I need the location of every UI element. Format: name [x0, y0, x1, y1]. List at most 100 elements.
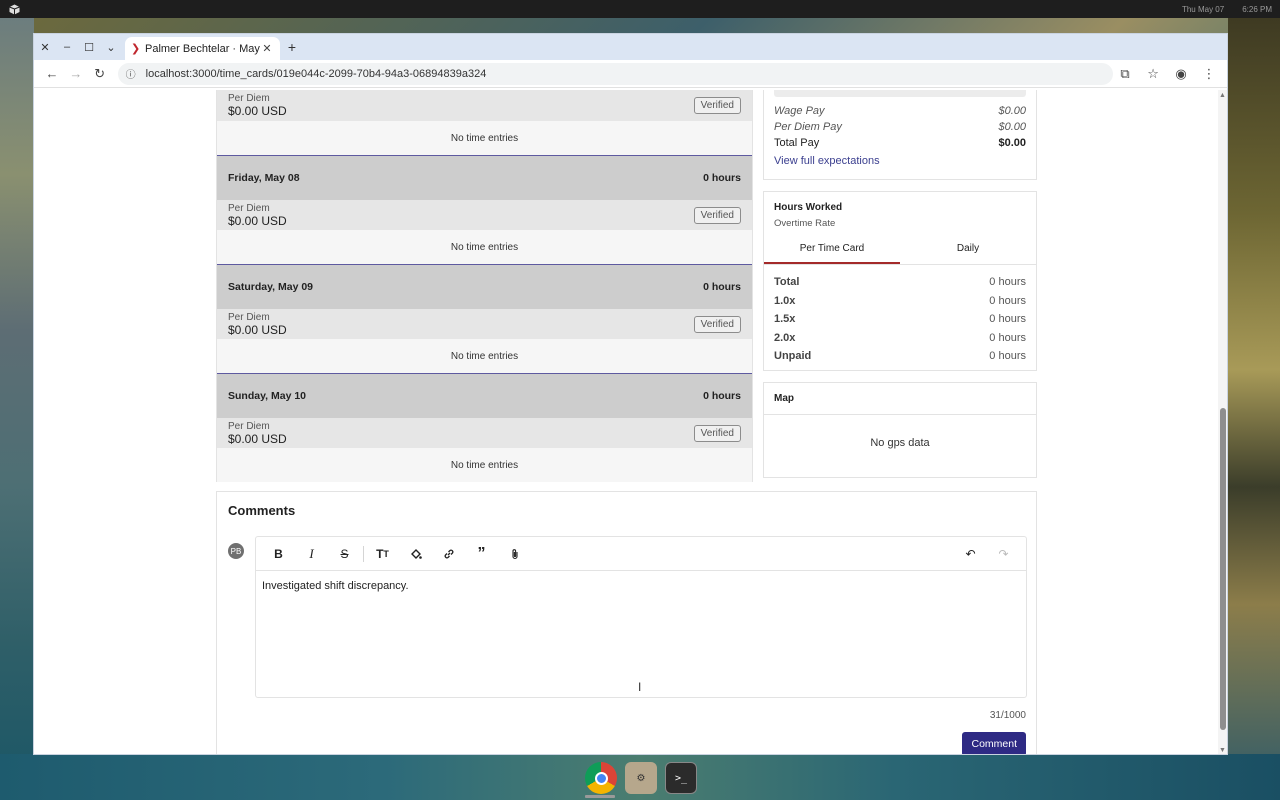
per-diem-amount: $0.00 USD — [228, 322, 287, 337]
url-text: localhost:3000/time_cards/019e044c-2099-… — [145, 67, 487, 80]
tab-close-icon[interactable]: ✕ — [260, 42, 274, 55]
day-header[interactable]: Friday, May 08 0 hours — [217, 155, 752, 200]
no-time-entries: No time entries — [217, 448, 752, 482]
clock-time: 6:26 PM — [1242, 4, 1272, 14]
attachment-icon[interactable] — [498, 542, 531, 566]
tab-per-time-card[interactable]: Per Time Card — [764, 237, 900, 264]
undo-icon[interactable]: ↶ — [954, 542, 987, 566]
scroll-down-icon[interactable]: ▼ — [1219, 747, 1226, 754]
per-diem-pay-value: $0.00 — [998, 121, 1026, 133]
site-favicon-icon: ❯ — [131, 43, 141, 55]
page-scrollbar[interactable]: ▲ ▼ — [1218, 90, 1227, 754]
comment-input[interactable]: Investigated shift discrepancy. — [256, 571, 1026, 601]
hours-row-value: 0 hours — [989, 294, 1026, 307]
hours-tabs: Per Time Card Daily — [764, 237, 1036, 265]
total-pay-row: Total Pay $0.00 — [764, 135, 1036, 151]
per-diem-pay-row: Per Diem Pay $0.00 — [764, 119, 1036, 135]
new-tab-plus-icon[interactable]: + — [284, 39, 300, 55]
terminal-icon[interactable]: >_ — [665, 762, 697, 794]
verified-badge[interactable]: Verified — [693, 315, 741, 333]
total-pay-label: Total Pay — [774, 137, 820, 149]
page-viewport: Per Diem $0.00 USD Verified No time entr… — [34, 90, 1218, 754]
hours-row: 2.0x 0 hours — [764, 329, 1036, 348]
system-logo-icon[interactable] — [8, 3, 20, 15]
character-counter: 31/1000 — [989, 710, 1026, 721]
per-diem-row: Per Diem $0.00 USD Verified — [217, 418, 752, 448]
total-pay-value: $0.00 — [998, 137, 1026, 149]
profile-icon[interactable]: ◉ — [1169, 62, 1193, 86]
heading-icon[interactable]: TT — [366, 542, 399, 566]
hours-row-label: 1.0x — [774, 294, 796, 307]
day-date: Friday, May 08 — [228, 172, 300, 184]
minimize-window-icon[interactable]: – — [56, 36, 78, 58]
browser-tab[interactable]: ❯ Palmer Bechtelar · May ✕ — [125, 37, 280, 60]
tab-list-chevron-icon[interactable]: ⌄ — [100, 36, 122, 58]
comments-title: Comments — [228, 503, 296, 518]
dock: ⚙ >_ — [580, 758, 702, 798]
hours-row-value: 0 hours — [989, 350, 1026, 363]
italic-icon[interactable]: I — [295, 542, 328, 566]
url-field[interactable]: ⓘ localhost:3000/time_cards/019e044c-209… — [117, 62, 1114, 85]
no-time-entries: No time entries — [217, 339, 752, 373]
no-time-entries: No time entries — [217, 230, 752, 264]
wage-pay-row: Wage Pay $0.00 — [764, 103, 1036, 119]
per-diem-label: Per Diem — [228, 93, 270, 104]
verified-badge[interactable]: Verified — [693, 97, 741, 114]
close-window-icon[interactable]: ✕ — [34, 36, 56, 58]
day-header[interactable]: Sunday, May 10 0 hours — [217, 373, 752, 418]
per-diem-row: Per Diem $0.00 USD Verified — [217, 309, 752, 339]
day-hours: 0 hours — [703, 172, 741, 184]
tab-strip: ✕ – ☐ ⌄ ❯ Palmer Bechtelar · May ✕ + — [34, 34, 1227, 60]
forward-arrow-icon[interactable]: → — [64, 62, 88, 86]
hours-row-value: 0 hours — [989, 276, 1026, 289]
bold-icon[interactable]: B — [262, 542, 295, 566]
verified-badge[interactable]: Verified — [693, 424, 741, 442]
hours-row-value: 0 hours — [989, 313, 1026, 326]
day-date: Saturday, May 09 — [228, 281, 314, 293]
browser-menu-icon[interactable]: ⋮ — [1197, 62, 1221, 86]
highlight-color-icon[interactable] — [399, 542, 432, 566]
hours-row: Unpaid 0 hours — [764, 347, 1036, 366]
desktop-top-bar: Thu May 07 6:26 PM — [0, 0, 1280, 18]
redo-icon[interactable]: ↷ — [987, 542, 1020, 566]
pay-summary-bar — [774, 90, 1026, 97]
wage-pay-label: Wage Pay — [774, 105, 825, 117]
scrollbar-thumb[interactable] — [1220, 408, 1226, 730]
day-hours: 0 hours — [703, 281, 741, 293]
scroll-up-icon[interactable]: ▲ — [1219, 92, 1226, 99]
link-icon[interactable] — [432, 542, 465, 566]
hours-worked-card: Hours Worked Overtime Rate Per Time Card… — [763, 191, 1037, 371]
wage-pay-value: $0.00 — [998, 105, 1026, 117]
toolbar-divider — [363, 545, 364, 562]
per-diem-row: Per Diem $0.00 USD Verified — [217, 200, 752, 230]
install-app-icon[interactable]: ⧉ — [1113, 62, 1137, 86]
avatar: PB — [228, 543, 244, 559]
tab-daily[interactable]: Daily — [900, 237, 1036, 264]
bookmark-star-icon[interactable]: ☆ — [1141, 62, 1165, 86]
site-info-icon[interactable]: ⓘ — [126, 66, 140, 81]
per-diem-label: Per Diem — [228, 420, 270, 432]
tab-title: Palmer Bechtelar · May — [145, 42, 260, 55]
verified-badge[interactable]: Verified — [693, 206, 741, 224]
hours-row-value: 0 hours — [989, 331, 1026, 344]
day-header[interactable]: Saturday, May 09 0 hours — [217, 264, 752, 309]
quote-icon[interactable]: ” — [465, 542, 498, 566]
day-list: Per Diem $0.00 USD Verified No time entr… — [216, 90, 753, 482]
day-hours: 0 hours — [703, 390, 741, 402]
comment-button[interactable]: Comment — [962, 732, 1026, 754]
chrome-icon[interactable] — [585, 762, 617, 794]
comments-section: Comments PB B I S TT ” ↶ ↷ Investigated … — [216, 491, 1037, 754]
view-full-expectations-link[interactable]: View full expectations — [764, 151, 1036, 171]
maximize-window-icon[interactable]: ☐ — [78, 36, 100, 58]
reload-icon[interactable]: ↻ — [88, 62, 112, 86]
strikethrough-icon[interactable]: S — [328, 542, 361, 566]
back-arrow-icon[interactable]: ← — [40, 62, 64, 86]
hours-row-label: Unpaid — [774, 350, 812, 363]
hours-row: 1.0x 0 hours — [764, 292, 1036, 311]
wallpaper-right — [1228, 18, 1280, 800]
hours-row-label: 2.0x — [774, 331, 796, 344]
map-card: Map No gps data — [763, 382, 1037, 478]
system-clock[interactable]: Thu May 07 6:26 PM — [1182, 5, 1272, 14]
settings-tool-icon[interactable]: ⚙ — [625, 762, 657, 794]
hours-worked-title: Hours Worked — [774, 202, 843, 213]
